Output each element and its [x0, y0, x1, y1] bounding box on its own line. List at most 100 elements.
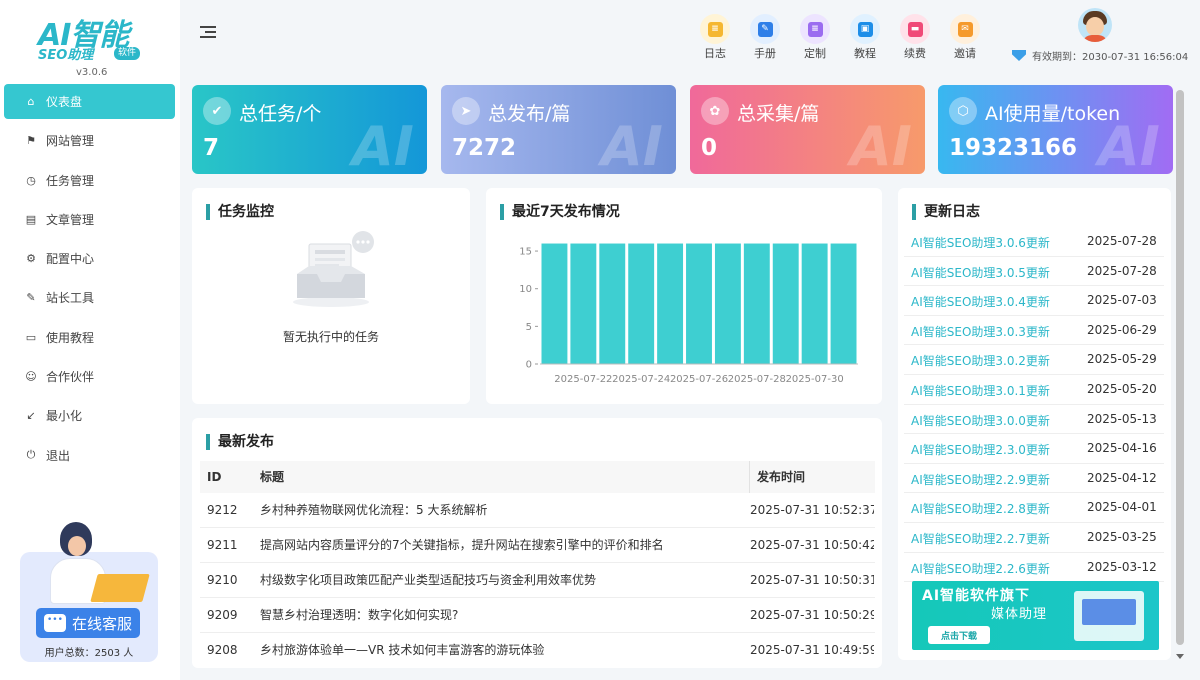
- changelog-item[interactable]: AI智能SEO助理3.0.2更新 2025-05-29: [904, 345, 1164, 375]
- stat-card-ai-usage: ⬡ AI使用量/token 19323166 AI: [938, 85, 1173, 174]
- changelog-link[interactable]: AI智能SEO助理2.2.6更新: [911, 560, 1050, 577]
- manual-icon-bubble: ✎: [750, 14, 780, 44]
- total-users: 用户总数：2503 人: [44, 648, 134, 659]
- changelog-date: 2025-05-20: [1087, 382, 1157, 396]
- sidebar-item-label: 仪表盘: [46, 95, 83, 109]
- app-version: v3.0.6: [76, 67, 108, 78]
- sidebar-item-label: 合作伙伴: [46, 370, 95, 385]
- row-time: 2025-07-31 10:50:31: [750, 573, 874, 587]
- sidebar-item-tutorial[interactable]: ▭ 使用教程: [4, 320, 175, 355]
- online-support-button[interactable]: 在线客服: [36, 608, 140, 638]
- column-header-title[interactable]: 标题: [260, 461, 740, 493]
- chat-icon: [43, 614, 66, 632]
- bar: [628, 243, 655, 364]
- sidebar-item-sites[interactable]: ⚑ 网站管理: [4, 123, 175, 158]
- sidebar-item-minimize[interactable]: ↙ 最小化: [4, 398, 175, 433]
- scroll-down-arrow[interactable]: [1176, 654, 1184, 659]
- changelog-item[interactable]: AI智能SEO助理3.0.6更新 2025-07-28: [904, 227, 1164, 257]
- latest-published-panel: 最新发布 ID 标题 发布时间 9212 乡村种养殖物联网优化流程：5 大系统解…: [192, 418, 882, 668]
- changelog-link[interactable]: AI智能SEO助理2.3.0更新: [911, 441, 1050, 458]
- changelog-item[interactable]: AI智能SEO助理2.2.7更新 2025-03-25: [904, 523, 1164, 553]
- changelog-link[interactable]: AI智能SEO助理3.0.2更新: [911, 352, 1050, 369]
- changelog-date: 2025-03-25: [1087, 530, 1157, 544]
- panel-title: 更新日志: [912, 204, 980, 220]
- check-icon: ✔: [203, 97, 231, 125]
- changelog-link[interactable]: AI智能SEO助理3.0.0更新: [911, 412, 1050, 429]
- changelog-link[interactable]: AI智能SEO助理3.0.5更新: [911, 264, 1050, 281]
- bar: [743, 243, 770, 364]
- sidebar-item-label: 任务管理: [46, 173, 95, 188]
- column-header-time[interactable]: 发布时间: [749, 461, 874, 493]
- toolbar-customize-button[interactable]: ≡ 定制: [790, 14, 840, 61]
- sidebar-item-dashboard[interactable]: ⌂ 仪表盘: [4, 84, 175, 119]
- home-icon: ⌂: [27, 95, 35, 108]
- changelog-item[interactable]: AI智能SEO助理3.0.1更新 2025-05-20: [904, 375, 1164, 405]
- sidebar-item-label: 站长工具: [46, 291, 95, 306]
- changelog-item[interactable]: AI智能SEO助理2.3.0更新 2025-04-16: [904, 434, 1164, 464]
- row-time: 2025-07-31 10:52:37: [749, 493, 874, 528]
- table-row[interactable]: 9209 智慧乡村治理透明：数字化如何实现? 2025-07-31 10:50:…: [200, 598, 875, 633]
- publish-bar-chart: 0510152025-07-22 2025-07-24 2025-07-26 2025…: [519, 243, 858, 385]
- row-title: 乡村种养殖物联网优化流程：5 大系统解析: [260, 503, 488, 517]
- changelog-item[interactable]: AI智能SEO助理2.2.6更新 2025-03-12: [904, 553, 1164, 583]
- stat-card-total-collected: ✿ 总采集/篇 0 AI: [690, 85, 925, 174]
- sidebar-item-logout[interactable]: ⏻ 退出: [4, 438, 175, 473]
- send-icon: ➤: [452, 97, 480, 125]
- changelog-date: 2025-07-03: [1087, 293, 1157, 308]
- download-button[interactable]: 点击下载: [928, 626, 990, 644]
- bar: [772, 243, 799, 364]
- changelog-panel: 更新日志 AI智能SEO助理3.0.6更新 2025-07-28 AI智能SEO助…: [898, 188, 1171, 660]
- changelog-link[interactable]: AI智能SEO助理2.2.9更新: [911, 471, 1050, 488]
- menu-toggle-button[interactable]: [200, 26, 216, 40]
- changelog-link[interactable]: AI智能SEO助理3.0.3更新: [911, 323, 1050, 340]
- row-title: 提高网站内容质量评分的7个关键指标，提升网站在搜索引擎中的评价和排名: [260, 538, 664, 552]
- changelog-link[interactable]: AI智能SEO助理2.2.7更新: [911, 530, 1050, 547]
- x-tick-label: 2025-07-28: [728, 374, 786, 385]
- sidebar-item-partners[interactable]: ☺ 合作伙伴: [4, 359, 175, 394]
- changelog-item[interactable]: AI智能SEO助理3.0.4更新 2025-07-03: [904, 286, 1164, 316]
- log-icon: ≡: [707, 21, 723, 37]
- table-row[interactable]: 9211 提高网站内容质量评分的7个关键指标，提升网站在搜索引擎中的评价和排名 …: [200, 528, 875, 563]
- toolbar-renew-button[interactable]: ▬ 续费: [890, 14, 940, 61]
- toolbar-log-button[interactable]: ≡ 日志: [690, 14, 740, 61]
- stat-value: 0: [701, 135, 718, 161]
- banner-illustration: [1074, 591, 1144, 641]
- changelog-item[interactable]: AI智能SEO助理3.0.3更新 2025-06-29: [904, 316, 1164, 346]
- table-row[interactable]: 9210 村级数字化项目政策匹配产业类型适配技巧与资金利用效率优势 2025-0…: [200, 563, 875, 598]
- header-toolbar: ≡ 日志 ✎ 手册 ≡ 定制 ▣ 教程 ▬ 续费 ✉ 邀请: [690, 14, 990, 61]
- menu-line: [200, 36, 216, 38]
- changelog-link[interactable]: AI智能SEO助理3.0.6更新: [911, 234, 1050, 251]
- table-row[interactable]: 9208 乡村旅游体验单一—VR 技术如何丰富游客的游玩体验 2025-07-3…: [200, 633, 875, 668]
- page-scrollbar[interactable]: [1173, 90, 1185, 665]
- invite-icon: ✉: [957, 21, 973, 37]
- column-header-id[interactable]: ID: [207, 461, 247, 493]
- scrollbar-thumb[interactable]: [1176, 90, 1184, 645]
- changelog-link[interactable]: AI智能SEO助理3.0.1更新: [911, 382, 1050, 399]
- user-avatar[interactable]: [1078, 8, 1112, 42]
- sidebar-item-articles[interactable]: ▤ 文章管理: [4, 202, 175, 237]
- changelog-date: 2025-03-12: [1087, 559, 1157, 574]
- bar: [686, 243, 712, 364]
- sidebar-item-tasks[interactable]: ◷ 任务管理: [4, 163, 175, 198]
- stat-watermark: AI: [352, 115, 414, 174]
- sidebar-item-config[interactable]: ⚙ 配置中心: [4, 241, 175, 276]
- row-id: 9212: [207, 503, 238, 517]
- changelog-link[interactable]: AI智能SEO助理2.2.8更新: [911, 500, 1050, 517]
- sidebar-item-tools[interactable]: ✎ 站长工具: [4, 280, 175, 315]
- changelog-item[interactable]: AI智能SEO助理3.0.0更新 2025-05-13: [904, 405, 1164, 435]
- toolbar-manual-button[interactable]: ✎ 手册: [740, 14, 790, 61]
- changelog-item[interactable]: AI智能SEO助理2.2.9更新 2025-04-12: [904, 464, 1164, 494]
- stat-card-total-published: ➤ 总发布/篇 7272 AI: [441, 85, 676, 174]
- changelog-link[interactable]: AI智能SEO助理3.0.4更新: [911, 293, 1050, 310]
- table-row[interactable]: 9212 乡村种养殖物联网优化流程：5 大系统解析 2025-07-31 10:…: [200, 493, 875, 528]
- media-assistant-banner[interactable]: AI智能软件旗下 媒体助理 点击下载: [912, 581, 1159, 650]
- panel-title: 最新发布: [206, 434, 274, 450]
- toolbar-tutorial-button[interactable]: ▣ 教程: [840, 14, 890, 61]
- toolbar-label: 手册: [754, 47, 776, 60]
- toolbar-invite-button[interactable]: ✉ 邀请: [940, 14, 990, 61]
- app-logo: AI智能 SEO助理 软件 v3.0.6: [30, 10, 150, 80]
- changelog-item[interactable]: AI智能SEO助理3.0.5更新 2025-07-28: [904, 257, 1164, 287]
- changelog-item[interactable]: AI智能SEO助理2.2.8更新 2025-04-01: [904, 493, 1164, 523]
- x-tick-label: 2025-07-22: [554, 374, 612, 385]
- banner-line-2: 媒体助理: [991, 607, 1048, 622]
